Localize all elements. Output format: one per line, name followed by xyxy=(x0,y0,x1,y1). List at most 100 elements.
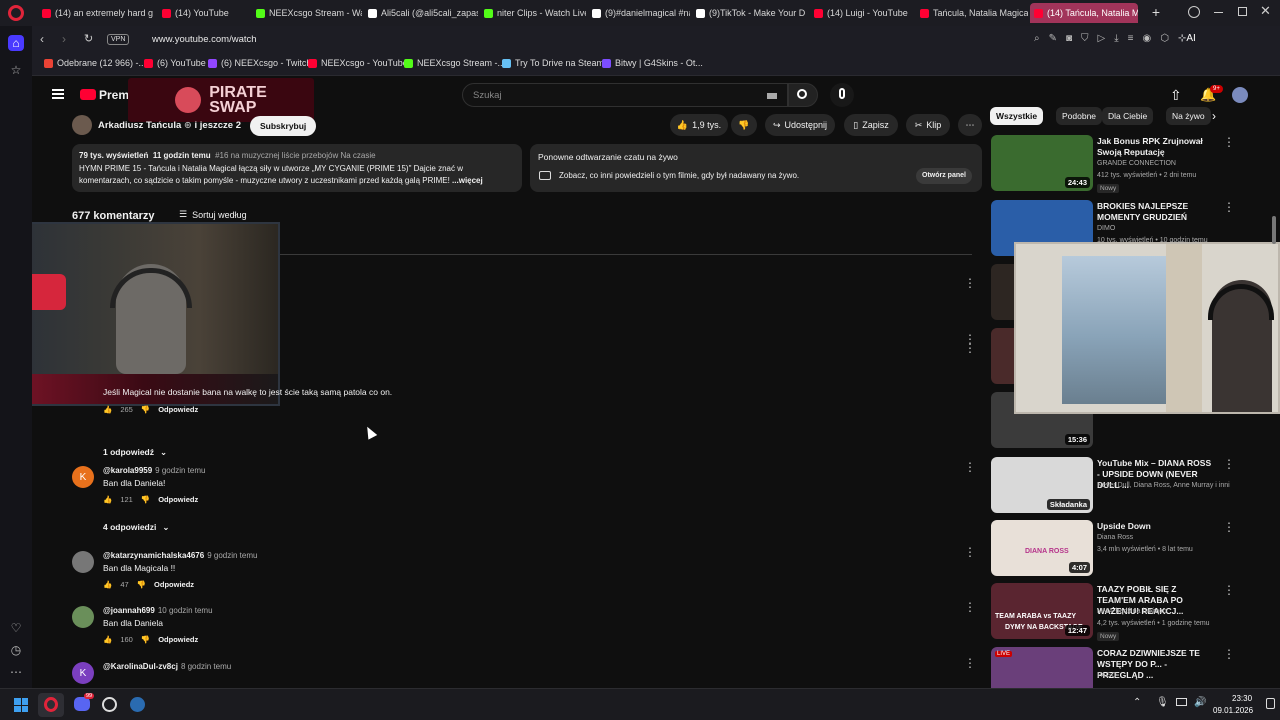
reply-button[interactable]: Odpowiedz xyxy=(158,405,198,414)
reply-button[interactable]: Odpowiedz xyxy=(158,635,198,644)
volume-icon[interactable]: 🔊 xyxy=(1194,697,1206,708)
recommendation-thumbnail[interactable]: Składanka xyxy=(991,457,1093,513)
dislike-icon[interactable]: 👎 xyxy=(141,635,150,644)
like-icon[interactable]: 👍 xyxy=(103,580,112,589)
chips-next-icon[interactable]: › xyxy=(1212,109,1216,123)
close-icon[interactable]: ✕ xyxy=(1260,3,1271,19)
comment-menu-icon[interactable]: ⋮ xyxy=(964,332,976,346)
replies-toggle[interactable]: 1 odpowiedź ⌄ xyxy=(103,447,167,458)
upload-icon[interactable]: ⇧ xyxy=(1170,87,1182,104)
bookmark-item[interactable]: (6) YouTube xyxy=(144,58,206,68)
browser-tab[interactable]: (14) Luigi - YouTube xyxy=(810,3,914,23)
vpn-badge[interactable]: VPN xyxy=(107,34,130,45)
scrollbar[interactable] xyxy=(1272,216,1276,244)
description-more[interactable]: ...więcej xyxy=(452,176,483,185)
recommendation-channel[interactable]: PAGO xyxy=(1097,672,1117,679)
recommendation-menu-icon[interactable]: ⋮ xyxy=(1223,647,1235,661)
opera-taskbar-icon[interactable] xyxy=(38,693,64,717)
more-dots-icon[interactable]: ⋯ xyxy=(8,664,24,680)
comment-menu-icon[interactable]: ⋮ xyxy=(964,276,976,290)
dislike-icon[interactable]: 👎 xyxy=(141,495,150,504)
bookmark-item[interactable]: Try To Drive na Steam xyxy=(502,58,604,68)
comment-avatar[interactable]: K xyxy=(72,466,94,488)
minimize-icon[interactable] xyxy=(1214,12,1223,13)
notifications-icon[interactable] xyxy=(1266,698,1275,709)
browser-tab[interactable]: (9)#danielmagical #nata xyxy=(588,3,690,23)
windows-start-icon[interactable] xyxy=(14,698,28,712)
share-button[interactable]: ↪ Udostępnij xyxy=(765,114,835,136)
shield-icon[interactable]: ⛉ xyxy=(1081,33,1089,44)
browser-tab[interactable]: niter Clips - Watch Live xyxy=(480,3,586,23)
recommendation-item[interactable]: DIANA ROSS 4:07 Upside Down Diana Ross 3,4 m… xyxy=(991,520,1241,580)
dislike-icon[interactable]: 👎 xyxy=(137,580,146,589)
ai-icon[interactable]: ⊹AI xyxy=(1178,33,1196,44)
star-icon[interactable]: ☆ xyxy=(8,62,24,78)
menu-icon[interactable]: ≡ xyxy=(1128,33,1134,44)
maximize-icon[interactable] xyxy=(1238,7,1247,16)
play-icon[interactable]: ▷ xyxy=(1098,33,1106,44)
comment-menu-icon[interactable]: ⋮ xyxy=(964,600,976,614)
new-tab-icon[interactable]: + xyxy=(1148,4,1164,20)
recommendation-menu-icon[interactable]: ⋮ xyxy=(1223,457,1235,471)
comment-author[interactable]: @joannah699 10 godzin temu xyxy=(103,606,213,615)
recommendation-item[interactable]: LIVE CORAZ DZIWNIEJSZE TE WSTĘPY DO P... … xyxy=(991,647,1241,688)
profile-icon[interactable]: ◉ xyxy=(1143,33,1152,44)
clock-time[interactable]: 23:30 xyxy=(1232,694,1252,703)
heart-icon[interactable]: ♡ xyxy=(8,620,24,636)
like-button[interactable]: 👍 1,9 tys. xyxy=(670,114,728,136)
more-actions-button[interactable]: ⋯ xyxy=(958,114,982,136)
forward-icon[interactable]: › xyxy=(62,32,66,46)
browser-tab[interactable]: Tańcula, Natalia Magica xyxy=(916,3,1028,23)
comment-time[interactable]: 8 godzin temu xyxy=(181,662,231,671)
sort-button[interactable]: ☰ Sortuj według xyxy=(179,209,247,220)
browser-tab[interactable]: NEEXcsgo Stream - Wat xyxy=(252,3,362,23)
recommendation-channel[interactable]: Never Dull, Diana Ross, Anne Murray i in… xyxy=(1097,482,1230,489)
mic-tray-icon[interactable]: 🎙 xyxy=(1156,697,1169,708)
hamburger-icon[interactable] xyxy=(52,89,64,99)
youtube-logo-icon[interactable] xyxy=(80,89,96,100)
comment-time[interactable]: 10 godzin temu xyxy=(158,606,213,615)
edit-icon[interactable]: ✎ xyxy=(1049,33,1057,44)
recommendation-thumbnail[interactable]: TEAM ARABA vs TAAZY DYMY NA BACKSTAGE 12:4… xyxy=(991,583,1093,639)
comment-menu-icon[interactable]: ⋮ xyxy=(964,656,976,670)
dislike-button[interactable]: 👎 xyxy=(731,114,757,136)
reply-button[interactable]: Odpowiedz xyxy=(154,580,194,589)
tray-chevron-icon[interactable]: ⌃ xyxy=(1133,697,1141,708)
recommendation-item[interactable]: TEAM ARABA vs TAAZY DYMY NA BACKSTAGE 12:4… xyxy=(991,583,1241,643)
search-input[interactable]: Szukaj xyxy=(462,83,788,107)
avatar[interactable] xyxy=(1232,87,1248,103)
bookmark-item[interactable]: NEEXcsgo Stream -... xyxy=(404,58,505,68)
network-icon[interactable] xyxy=(1176,698,1187,706)
extensions-icon[interactable]: ⬡ xyxy=(1160,33,1169,44)
recommendation-channel[interactable]: MMA-bądź na bieżąco xyxy=(1097,608,1167,615)
comment-author[interactable]: @karola9959 9 godzin temu xyxy=(103,466,205,475)
filter-chip[interactable]: Na żywo xyxy=(1166,107,1211,125)
recommendation-thumbnail[interactable]: 24:43 xyxy=(991,135,1093,191)
opera-menu-icon[interactable] xyxy=(8,5,24,21)
filter-chip[interactable]: Podobne xyxy=(1056,107,1103,125)
filter-chip[interactable]: Wszystkie xyxy=(990,107,1044,125)
keyboard-icon[interactable] xyxy=(767,93,777,99)
like-icon[interactable]: 👍 xyxy=(103,495,112,504)
download-icon[interactable]: ⤓ xyxy=(1114,33,1118,44)
recommendation-channel[interactable]: GRANDE CONNECTION xyxy=(1097,160,1176,167)
discord-taskbar-icon[interactable] xyxy=(74,697,90,711)
replies-toggle[interactable]: 4 odpowiedzi ⌄ xyxy=(103,522,170,533)
subscribe-button[interactable]: Subskrybuj xyxy=(250,116,317,136)
search-icon[interactable]: ⌕ xyxy=(1034,33,1040,44)
recommendation-menu-icon[interactable]: ⋮ xyxy=(1223,520,1235,534)
recommendation-channel[interactable]: Diana Ross xyxy=(1097,534,1133,541)
channel-avatar[interactable] xyxy=(72,115,92,135)
recommendation-item[interactable]: 24:43 Jak Bonus RPK Zrujnował Swoją Reput… xyxy=(991,135,1241,195)
comment-menu-icon[interactable]: ⋮ xyxy=(964,460,976,474)
description-box[interactable]: 79 tys. wyświetleń 11 godzin temu #16 na… xyxy=(72,144,522,192)
bookmark-item[interactable]: Odebrane (12 966) -... xyxy=(44,58,146,68)
clock-date[interactable]: 09.01.2026 xyxy=(1213,706,1253,715)
browser-tab[interactable]: (14) YouTube xyxy=(158,3,250,23)
dislike-icon[interactable]: 👎 xyxy=(141,405,150,414)
recommendation-menu-icon[interactable]: ⋮ xyxy=(1223,583,1235,597)
channel-name[interactable]: Arkadiusz Tańcula ⊛ i jeszcze 2 xyxy=(98,120,241,131)
search-button[interactable] xyxy=(788,83,818,107)
recommendation-channel[interactable]: DIMO xyxy=(1097,225,1115,232)
tab-search-icon[interactable] xyxy=(1188,6,1200,18)
